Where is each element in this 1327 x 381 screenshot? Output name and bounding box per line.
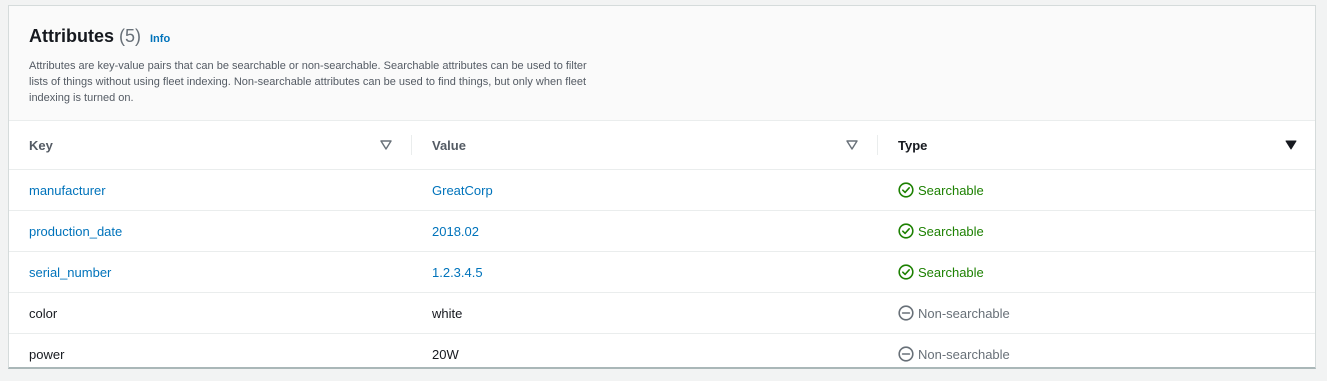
type-label: Searchable [918,223,984,239]
attribute-key-link[interactable]: serial_number [29,265,111,280]
type-status: Searchable [898,264,1297,280]
table-row: power 20W Non-searchable [9,334,1315,368]
check-circle-icon [898,182,914,198]
minus-circle-icon [898,346,914,362]
check-circle-icon [898,264,914,280]
attribute-count: (5) [119,26,141,46]
attribute-value-link[interactable]: GreatCorp [432,183,493,198]
attribute-key: power [29,346,65,362]
column-header-key[interactable]: Key [9,121,412,170]
column-header-key-label: Key [29,137,53,153]
type-status: Non-searchable [898,305,1297,321]
attribute-key: color [29,305,58,321]
type-label: Searchable [918,182,984,198]
info-link[interactable]: Info [150,33,170,45]
sort-down-outline-icon[interactable] [380,139,392,151]
column-header-type[interactable]: Type [878,121,1315,170]
type-label: Non-searchable [918,305,1010,321]
attribute-value-link[interactable]: 2018.02 [432,224,479,239]
section-title: Attributes [29,26,114,46]
column-header-value[interactable]: Value [412,121,878,170]
title-row: Attributes (5) Info [29,26,1295,50]
column-header-type-label: Type [898,137,928,153]
column-header-value-label: Value [432,137,466,153]
attribute-value: white [432,305,463,321]
minus-circle-icon [898,305,914,321]
table-row: manufacturer GreatCorp Searchable [9,169,1315,211]
type-status: Non-searchable [898,346,1297,362]
attribute-value-link[interactable]: 1.2.3.4.5 [432,265,483,280]
attributes-header: Attributes (5) Info Attributes are key-v… [9,6,1315,121]
sort-down-filled-icon[interactable] [1285,139,1297,151]
table-row: serial_number 1.2.3.4.5 Searchable [9,251,1315,293]
attribute-value: 20W [432,346,459,362]
attribute-key-link[interactable]: manufacturer [29,183,106,198]
section-description: Attributes are key-value pairs that can … [29,60,587,104]
attributes-panel: Attributes (5) Info Attributes are key-v… [8,5,1316,369]
type-label: Searchable [918,264,984,280]
table-row: color white Non-searchable [9,292,1315,334]
type-status: Searchable [898,223,1297,239]
sort-down-outline-icon[interactable] [846,139,858,151]
attributes-table: Key Value Type manufacturer GreatCorp Se… [9,121,1315,368]
table-header-row: Key Value Type [9,121,1315,170]
check-circle-icon [898,223,914,239]
table-row: production_date 2018.02 Searchable [9,210,1315,252]
type-status: Searchable [898,182,1297,198]
type-label: Non-searchable [918,346,1010,362]
attribute-key-link[interactable]: production_date [29,224,122,239]
